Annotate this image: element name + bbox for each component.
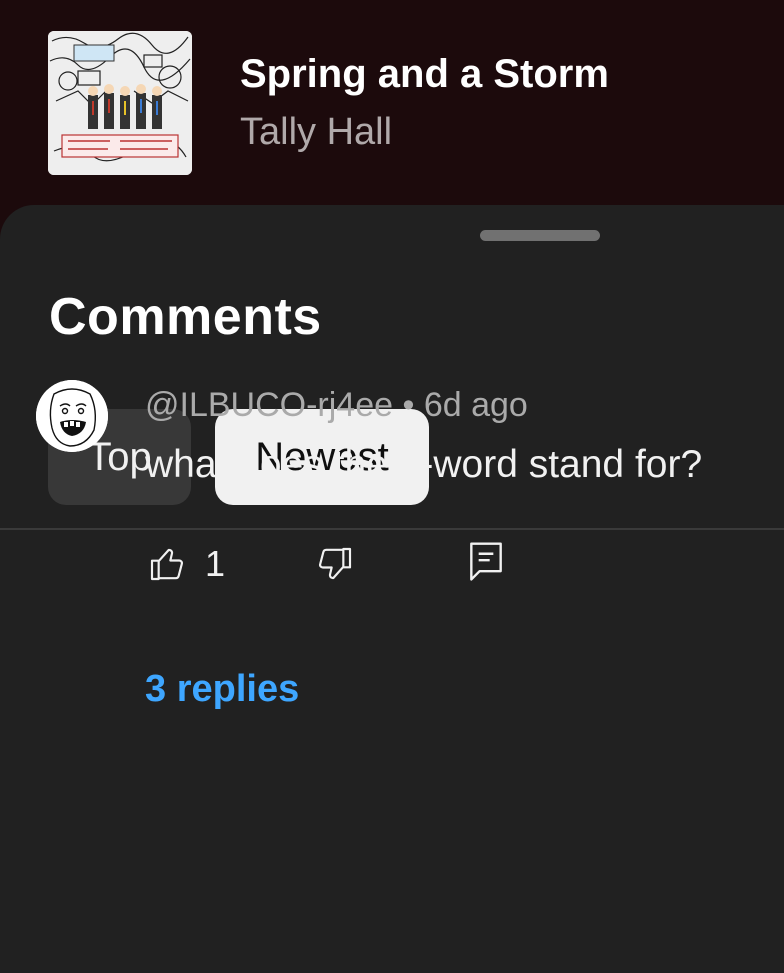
dislike-button[interactable]	[315, 542, 355, 586]
thumbs-up-icon	[150, 548, 184, 581]
comment-meta: @ILBUCO-rj4ee • 6d ago	[145, 386, 528, 425]
comment-time: 6d ago	[423, 386, 528, 424]
meta-separator: •	[393, 386, 424, 424]
thumbs-down-icon	[318, 547, 352, 580]
artist-name[interactable]: Tally Hall	[240, 111, 392, 154]
divider	[0, 528, 784, 530]
avatar-face-icon	[36, 380, 108, 452]
album-art[interactable]	[48, 31, 192, 175]
reply-button[interactable]	[467, 538, 505, 586]
now-playing-header: Spring and a Storm Tally Hall	[0, 0, 784, 210]
comment-text: what does the n-word stand for?	[145, 443, 703, 486]
album-art-image	[48, 31, 192, 175]
like-button[interactable]: 1	[147, 542, 225, 586]
view-replies-link[interactable]: 3 replies	[145, 668, 299, 711]
song-title: Spring and a Storm	[240, 52, 609, 96]
drag-handle[interactable]	[480, 230, 600, 241]
avatar[interactable]	[36, 380, 108, 452]
comments-title: Comments	[49, 288, 322, 346]
comment-author[interactable]: @ILBUCO-rj4ee	[145, 386, 393, 424]
reply-icon	[470, 542, 502, 581]
like-count: 1	[205, 543, 226, 584]
comments-sheet: Comments Top Newest	[0, 205, 784, 973]
